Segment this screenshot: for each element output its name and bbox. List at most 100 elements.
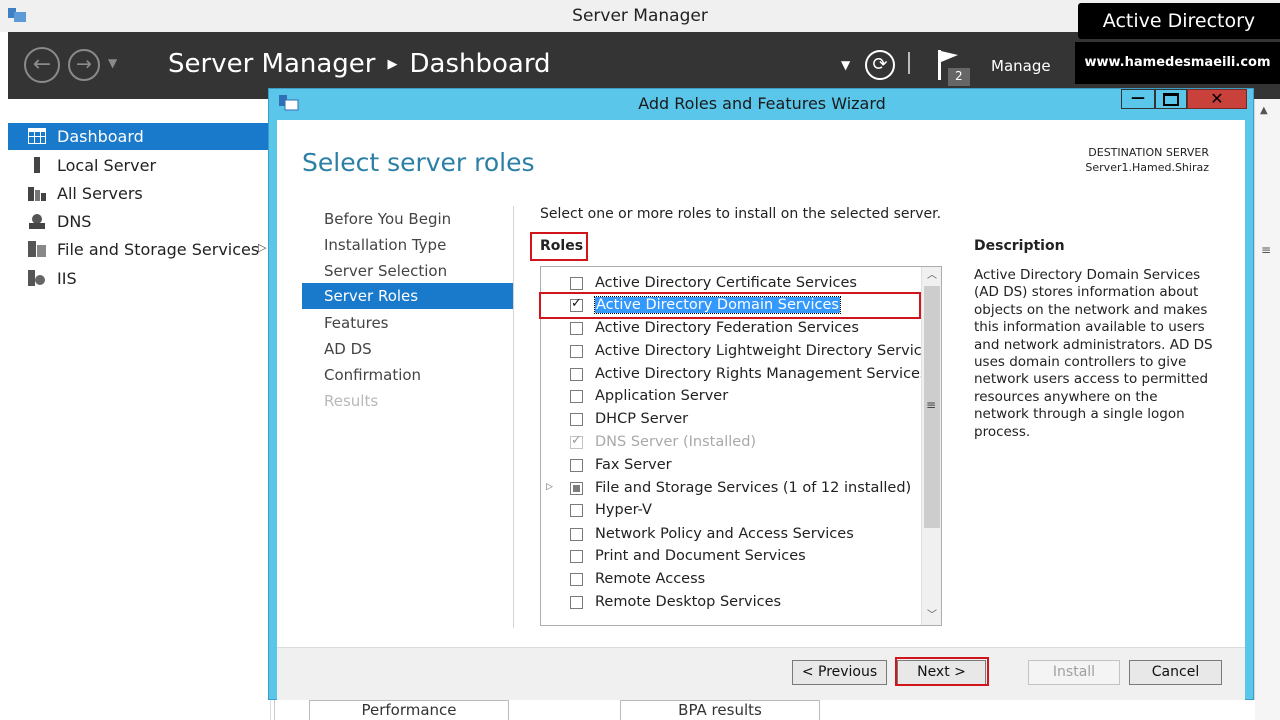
sidebar-item-label: Dashboard [57,127,144,146]
breadcrumb-current: Dashboard [409,49,551,79]
domain-services-highlight [539,292,921,319]
role-checkbox [570,433,583,449]
role-ad-federation[interactable]: Active Directory Federation Services [541,319,921,341]
role-checkbox[interactable] [570,482,583,495]
breadcrumb: Server Manager ▶ Dashboard [168,49,551,79]
step-label: AD DS [324,340,372,358]
role-checkbox[interactable] [570,504,583,517]
forward-button[interactable]: → [68,49,100,81]
dns-icon [29,214,45,229]
breadcrumb-dropdown-icon[interactable]: ▼ [841,58,850,72]
role-ad-lightweight[interactable]: Active Directory Lightweight Directory S… [541,342,938,364]
step-results: Results [302,388,513,414]
role-checkbox[interactable] [570,596,583,609]
step-features[interactable]: Features [302,310,513,336]
maximize-icon [1163,93,1179,106]
servers-icon [28,187,46,201]
role-ad-rights-management[interactable]: Active Directory Rights Management Servi… [541,365,928,387]
role-hyper-v[interactable]: Hyper-V [541,501,921,523]
role-checkbox[interactable] [570,322,583,335]
sidebar-item-all-servers[interactable]: All Servers [8,180,270,207]
step-label: Confirmation [324,366,422,384]
sidebar-item-file-storage[interactable]: File and Storage Services ▷ [8,236,270,263]
role-remote-access[interactable]: Remote Access [541,570,921,592]
description-text: Active Directory Domain Services (AD DS)… [974,267,1213,440]
dashboard-tiles-strip: Performance BPA results [274,700,1255,720]
background-scrollbar[interactable]: ▲ ≡ [1254,99,1280,720]
minimize-button[interactable]: — [1121,89,1155,109]
server-icon [34,157,40,173]
description-heading: Description [974,238,1065,254]
role-checkbox[interactable] [570,573,583,586]
step-server-selection[interactable]: Server Selection [302,258,513,284]
role-checkbox[interactable] [570,528,583,541]
role-remote-desktop[interactable]: Remote Desktop Services [541,593,921,615]
sidebar-item-dashboard[interactable]: Dashboard [8,123,270,150]
role-dhcp-server[interactable]: DHCP Server [541,410,921,432]
role-checkbox[interactable] [570,277,583,290]
role-application-server[interactable]: Application Server [541,387,921,409]
header-divider [908,52,910,74]
performance-tile[interactable]: Performance [309,700,509,720]
role-checkbox[interactable] [570,345,583,358]
refresh-icon[interactable]: ⟳ [865,50,895,80]
role-dns-server: DNS Server (Installed) [541,433,921,455]
roles-heading-highlight [530,232,588,261]
role-label: Active Directory Certificate Services [595,275,857,291]
step-server-roles[interactable]: Server Roles [302,283,513,309]
back-button[interactable]: ← [24,47,60,83]
sidebar-item-label: Local Server [57,156,157,175]
sidebar-item-local-server[interactable]: Local Server [8,152,270,179]
roles-list[interactable]: Active Directory Certificate Services Ac… [540,266,942,626]
role-label: Hyper-V [595,502,652,518]
destination-value: Server1.Hamed.Shiraz [1085,161,1209,174]
breadcrumb-root[interactable]: Server Manager [168,49,376,79]
wizard-footer: < Previous Next > Install Cancel [277,647,1245,700]
manage-menu[interactable]: Manage [991,57,1051,75]
cancel-button[interactable]: Cancel [1129,660,1222,685]
role-print-document[interactable]: Print and Document Services [541,547,921,569]
sidebar-item-iis[interactable]: IIS [8,265,270,292]
step-before-you-begin[interactable]: Before You Begin [302,206,513,232]
role-label: Remote Desktop Services [595,594,782,610]
scroll-down-icon[interactable]: ﹀ [922,607,941,624]
maximize-button[interactable] [1155,89,1187,109]
previous-button[interactable]: < Previous [792,660,887,685]
role-checkbox[interactable] [570,368,583,381]
step-installation-type[interactable]: Installation Type [302,232,513,258]
close-button[interactable]: ✕ [1187,89,1247,109]
expand-arrow-icon[interactable]: ▷ [258,241,266,254]
bpa-results-tile[interactable]: BPA results [620,700,820,720]
scroll-up-icon[interactable]: ︿ [922,267,941,284]
notifications-flag-icon[interactable] [936,48,972,88]
role-checkbox[interactable] [570,413,583,426]
iis-icon [28,270,45,286]
sidebar-item-label: All Servers [57,184,143,203]
scroll-thumb[interactable]: ≡ [924,286,940,528]
role-checkbox[interactable] [570,550,583,563]
role-fax-server[interactable]: Fax Server [541,456,921,478]
instructions-text: Select one or more roles to install on t… [540,206,942,222]
step-label: Installation Type [324,236,447,254]
add-roles-wizard: Add Roles and Features Wizard — ✕ Select… [268,88,1254,700]
destination-label: DESTINATION SERVER [1088,146,1209,159]
role-label: Print and Document Services [595,548,806,564]
roles-scrollbar[interactable]: ︿ ≡ ﹀ [921,267,941,625]
wizard-title: Add Roles and Features Wizard [638,94,886,113]
expand-arrow-icon[interactable]: ▷ [546,482,553,492]
role-label: File and Storage Services (1 of 12 insta… [595,480,912,496]
role-label: Active Directory Rights Management Servi… [595,366,928,382]
step-label: Server Roles [324,287,419,305]
step-confirmation[interactable]: Confirmation [302,362,513,388]
history-dropdown-icon[interactable]: ▼ [108,56,117,70]
role-checkbox[interactable] [570,390,583,403]
role-file-storage[interactable]: ▷ File and Storage Services (1 of 12 inst… [541,479,921,501]
role-label: Fax Server [595,457,672,473]
sidebar-item-dns[interactable]: DNS [8,208,270,235]
step-label: Features [324,314,389,332]
step-ad-ds[interactable]: AD DS [302,336,513,362]
destination-server: DESTINATION SERVER Server1.Hamed.Shiraz [1085,145,1209,175]
role-network-policy[interactable]: Network Policy and Access Services [541,525,921,547]
role-checkbox[interactable] [570,459,583,472]
scroll-up-icon[interactable]: ▲ [1260,105,1268,116]
